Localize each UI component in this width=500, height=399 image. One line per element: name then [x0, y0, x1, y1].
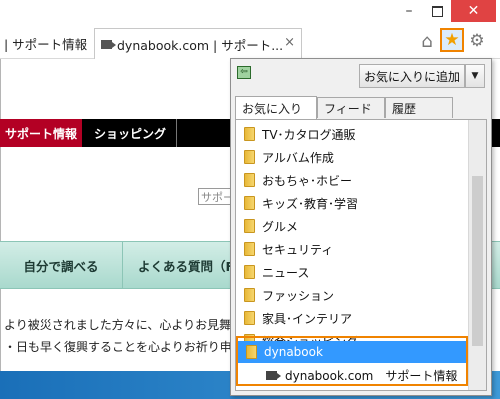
folder-tv-catalog[interactable]: TV･カタログ通販 — [236, 123, 468, 145]
tab-favorites[interactable]: お気に入り — [235, 96, 317, 119]
folder-furniture-interior[interactable]: 家具･インテリア — [236, 307, 468, 329]
menu-self-help[interactable]: 自分で調べる — [0, 242, 123, 288]
folder-kids-education[interactable]: キッズ･教育･学習 — [236, 192, 468, 214]
tab-label: | サポート情報 — [4, 36, 88, 52]
folder-icon — [244, 150, 255, 164]
folder-album[interactable]: アルバム作成 — [236, 146, 468, 168]
tab-history[interactable]: 履歴 — [385, 97, 453, 118]
tab-dynabook-support[interactable]: dynabook.com | サポート... × — [94, 28, 302, 59]
title-bar: – ✕ — [0, 0, 500, 24]
favorites-star-icon[interactable]: ★ — [440, 28, 464, 52]
notice-text-line: より被災されました方々に、心よりお見舞 — [4, 318, 232, 332]
folder-security[interactable]: セキュリティ — [236, 238, 468, 260]
add-to-favorites-button[interactable]: お気に入りに追加 — [359, 64, 465, 88]
favorites-scrollbar[interactable] — [468, 120, 486, 390]
folder-label: 家具･インテリア — [262, 311, 353, 326]
pin-panel-icon[interactable]: ⇦ — [237, 66, 251, 79]
folder-label: ニュース — [262, 265, 310, 280]
folder-icon — [244, 311, 255, 325]
tab-close-icon[interactable]: × — [284, 35, 295, 50]
close-window-button[interactable]: ✕ — [451, 0, 496, 22]
tab-support-1[interactable]: | サポート情報 — [0, 28, 95, 58]
folder-icon — [244, 288, 255, 302]
folder-toys-hobby[interactable]: おもちゃ･ホビー — [236, 169, 468, 191]
folder-icon — [244, 196, 255, 210]
maximize-button[interactable] — [424, 0, 450, 22]
highlight-frame — [236, 336, 468, 386]
gear-icon[interactable]: ⚙ — [466, 30, 488, 52]
home-icon[interactable]: ⌂ — [416, 30, 438, 52]
tab-bar: | サポート情報 dynabook.com | サポート... × ⌂ ★ ⚙ — [0, 24, 500, 59]
folder-news[interactable]: ニュース — [236, 261, 468, 283]
minimize-button[interactable]: – — [396, 0, 422, 22]
folder-icon — [244, 127, 255, 141]
folder-gourmet[interactable]: グルメ — [236, 215, 468, 237]
folder-icon — [244, 173, 255, 187]
folder-label: アルバム作成 — [262, 150, 334, 165]
tab-label: dynabook.com | サポート... — [117, 37, 284, 53]
site-icon — [101, 39, 116, 49]
nav-support-info[interactable]: サポート情報 — [0, 119, 82, 147]
folder-label: おもちゃ･ホビー — [262, 173, 353, 188]
notice-text-line: ・日も早く復興することを心よりお祈り申し — [4, 340, 244, 354]
maximize-icon — [431, 5, 443, 17]
folder-label: TV･カタログ通販 — [262, 127, 356, 142]
menu-faq[interactable]: よくある質問（F — [124, 242, 234, 288]
folder-icon — [244, 265, 255, 279]
page-edge — [0, 59, 1, 399]
folder-icon — [244, 219, 255, 233]
folder-label: ファッション — [262, 288, 335, 303]
scrollbar-thumb[interactable] — [472, 176, 483, 346]
folder-fashion[interactable]: ファッション — [236, 284, 468, 306]
folder-label: キッズ･教育･学習 — [262, 196, 359, 211]
folder-icon — [244, 242, 255, 256]
nav-shopping[interactable]: ショッピング — [84, 119, 177, 147]
tab-feeds[interactable]: フィード — [317, 97, 385, 118]
folder-label: グルメ — [262, 219, 299, 234]
add-favorites-dropdown-button[interactable]: ▼ — [465, 64, 485, 88]
folder-label: セキュリティ — [262, 242, 334, 257]
